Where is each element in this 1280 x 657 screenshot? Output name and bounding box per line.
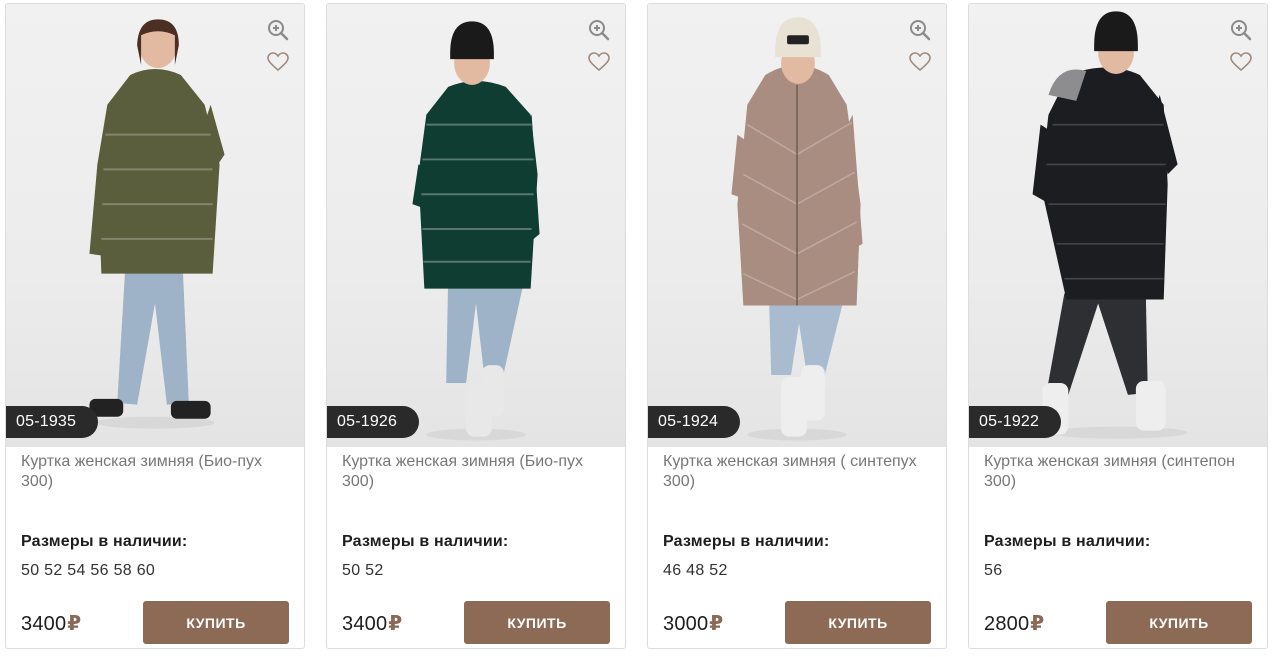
heart-icon: [909, 52, 931, 72]
coat: [1040, 67, 1168, 300]
model-illustration: [731, 17, 863, 441]
sku-badge: 05-1935: [6, 406, 99, 438]
zoom-button[interactable]: [908, 18, 932, 42]
zoom-in-icon: [1231, 20, 1252, 41]
sku-badge: 05-1924: [648, 406, 741, 438]
coat: [737, 65, 861, 306]
buy-button[interactable]: КУПИТЬ: [785, 601, 931, 644]
boot-right: [1135, 380, 1166, 431]
favorite-button[interactable]: [266, 50, 290, 74]
buy-button[interactable]: КУПИТЬ: [1106, 601, 1252, 644]
coat: [97, 69, 220, 274]
product-title[interactable]: Куртка женская зимняя ( синтепух 300): [663, 452, 923, 492]
sizes-value: 46 48 52: [663, 562, 728, 579]
sizes-label: Размеры в наличии:: [984, 533, 1151, 550]
model-illustration: [412, 21, 540, 441]
buy-button[interactable]: КУПИТЬ: [464, 601, 610, 644]
product-photo[interactable]: 05-1926: [327, 4, 625, 447]
product-card[interactable]: 05-1924 Куртка женская зимняя ( синтепух…: [647, 3, 947, 649]
zoom-button[interactable]: [587, 18, 611, 42]
product-title[interactable]: Куртка женская зимняя (синтепон 300): [984, 452, 1244, 492]
sku-badge: 05-1922: [969, 406, 1062, 438]
model-illustration: [1032, 11, 1188, 439]
product-card[interactable]: 05-1926 Куртка женская зимняя (Био-пух 3…: [326, 3, 626, 649]
zoom-in-icon: [268, 20, 289, 41]
zoom-button[interactable]: [266, 18, 290, 42]
coat: [418, 80, 538, 289]
product-grid: 05-1935 Куртка женская зимняя (Био-пух 3…: [0, 0, 1280, 657]
zoom-in-icon: [589, 20, 610, 41]
pants: [117, 268, 189, 405]
pants: [1046, 293, 1148, 395]
sizes-value: 50 52: [342, 562, 384, 579]
sizes-value: 50 52 54 56 58 60: [21, 562, 156, 579]
model-illustration: [89, 19, 225, 429]
favorite-button[interactable]: [587, 50, 611, 74]
heart-icon: [1230, 52, 1252, 72]
heart-icon: [588, 52, 610, 72]
currency-symbol: ₽: [388, 613, 403, 635]
currency-symbol: ₽: [1030, 613, 1045, 635]
boot-right: [170, 400, 211, 419]
zoom-in-icon: [910, 20, 931, 41]
sizes-label: Размеры в наличии:: [21, 533, 188, 550]
currency-symbol: ₽: [67, 613, 82, 635]
product-photo[interactable]: 05-1922: [969, 4, 1267, 447]
heart-icon: [267, 52, 289, 72]
hat: [450, 21, 494, 60]
price: 2800₽: [984, 611, 1044, 636]
product-title[interactable]: Куртка женская зимняя (Био-пух 300): [342, 452, 602, 492]
product-photo[interactable]: 05-1924: [648, 4, 946, 447]
price-amount: 3400: [342, 613, 388, 635]
price-amount: 2800: [984, 613, 1030, 635]
sizes-label: Размеры в наличии:: [342, 533, 509, 550]
sku-badge: 05-1926: [327, 406, 420, 438]
boot-right: [481, 365, 504, 417]
sizes-label: Размеры в наличии:: [663, 533, 830, 550]
boot-right: [800, 365, 825, 421]
price: 3000₽: [663, 611, 723, 636]
buy-button[interactable]: КУПИТЬ: [143, 601, 289, 644]
sizes-value: 56: [984, 562, 1003, 579]
product-photo[interactable]: 05-1935: [6, 4, 304, 447]
zoom-button[interactable]: [1229, 18, 1253, 42]
favorite-button[interactable]: [1229, 50, 1253, 74]
product-card[interactable]: 05-1922 Куртка женская зимняя (синтепон …: [968, 3, 1268, 649]
currency-symbol: ₽: [709, 613, 724, 635]
product-title[interactable]: Куртка женская зимняя (Био-пух 300): [21, 452, 281, 492]
price: 3400₽: [21, 611, 81, 636]
favorite-button[interactable]: [908, 50, 932, 74]
price-amount: 3000: [663, 613, 709, 635]
price: 3400₽: [342, 611, 402, 636]
pants: [769, 303, 843, 375]
product-card[interactable]: 05-1935 Куртка женская зимняя (Био-пух 3…: [5, 3, 305, 649]
price-amount: 3400: [21, 613, 67, 635]
